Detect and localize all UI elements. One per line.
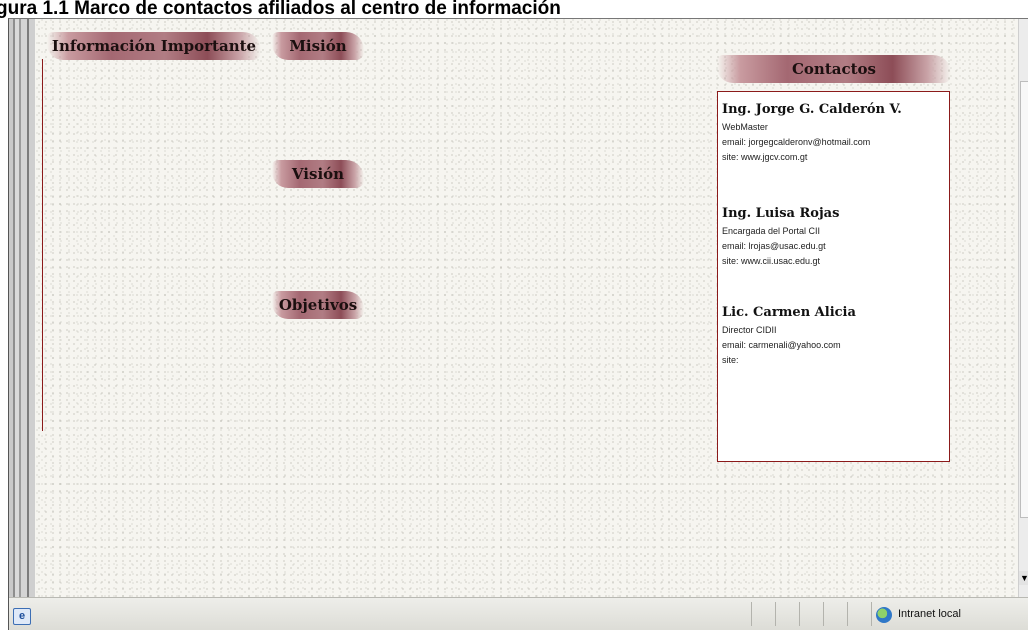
figure-caption: gura 1.1 Marco de contactos afiliados al… — [0, 0, 561, 18]
zone-label: Intranet local — [898, 608, 961, 620]
contact-name: Ing. Jorge G. Calderón V. — [722, 102, 902, 117]
status-divider — [823, 602, 824, 626]
contacts-panel: Ing. Jorge G. Calderón V. WebMaster emai… — [717, 91, 950, 462]
nav-objetivos[interactable]: Objetivos — [272, 291, 364, 319]
status-divider — [799, 602, 800, 626]
contact-card: Lic. Carmen Alicia Director CIDII email:… — [722, 305, 856, 368]
contact-email[interactable]: email: carmenali@yahoo.com — [722, 338, 856, 353]
contacts-header: Contactos — [717, 55, 951, 83]
contact-card: Ing. Jorge G. Calderón V. WebMaster emai… — [722, 102, 902, 165]
contact-card: Ing. Luisa Rojas Encargada del Portal CI… — [722, 206, 839, 269]
contact-role: Encargada del Portal CII — [722, 226, 821, 236]
contact-name: Lic. Carmen Alicia — [722, 305, 856, 320]
nav-mision[interactable]: Misión — [272, 32, 364, 60]
contact-site[interactable]: site: www.cii.usac.edu.gt — [722, 254, 839, 269]
nav-informacion-importante[interactable]: Información Importante — [47, 32, 261, 60]
status-divider — [751, 602, 752, 626]
contact-site[interactable]: site: — [722, 353, 856, 368]
intranet-globe-icon — [876, 607, 892, 623]
contact-name: Ing. Luisa Rojas — [722, 206, 840, 221]
browser-window: Información Importante Misión Visión Obj… — [8, 18, 1028, 630]
nav-vision[interactable]: Visión — [272, 160, 364, 188]
vertical-scrollbar[interactable]: ▼ — [1018, 19, 1028, 597]
status-bar: e Intranet local — [9, 597, 1028, 630]
left-divider — [42, 59, 43, 431]
contact-site[interactable]: site: www.jgcv.com.gt — [722, 150, 902, 165]
status-divider — [871, 602, 872, 626]
contact-role: WebMaster — [722, 122, 768, 132]
scrollbar-thumb[interactable] — [1020, 81, 1028, 518]
status-divider — [847, 602, 848, 626]
ie-page-icon: e — [13, 608, 31, 625]
status-divider — [775, 602, 776, 626]
contact-role: Director CIDII — [722, 325, 777, 335]
scroll-down-arrow-icon[interactable]: ▼ — [1019, 571, 1028, 585]
contact-email[interactable]: email: lrojas@usac.edu.gt — [722, 239, 839, 254]
contact-email[interactable]: email: jorgegcalderonv@hotmail.com — [722, 135, 902, 150]
left-frame-border — [9, 19, 35, 597]
